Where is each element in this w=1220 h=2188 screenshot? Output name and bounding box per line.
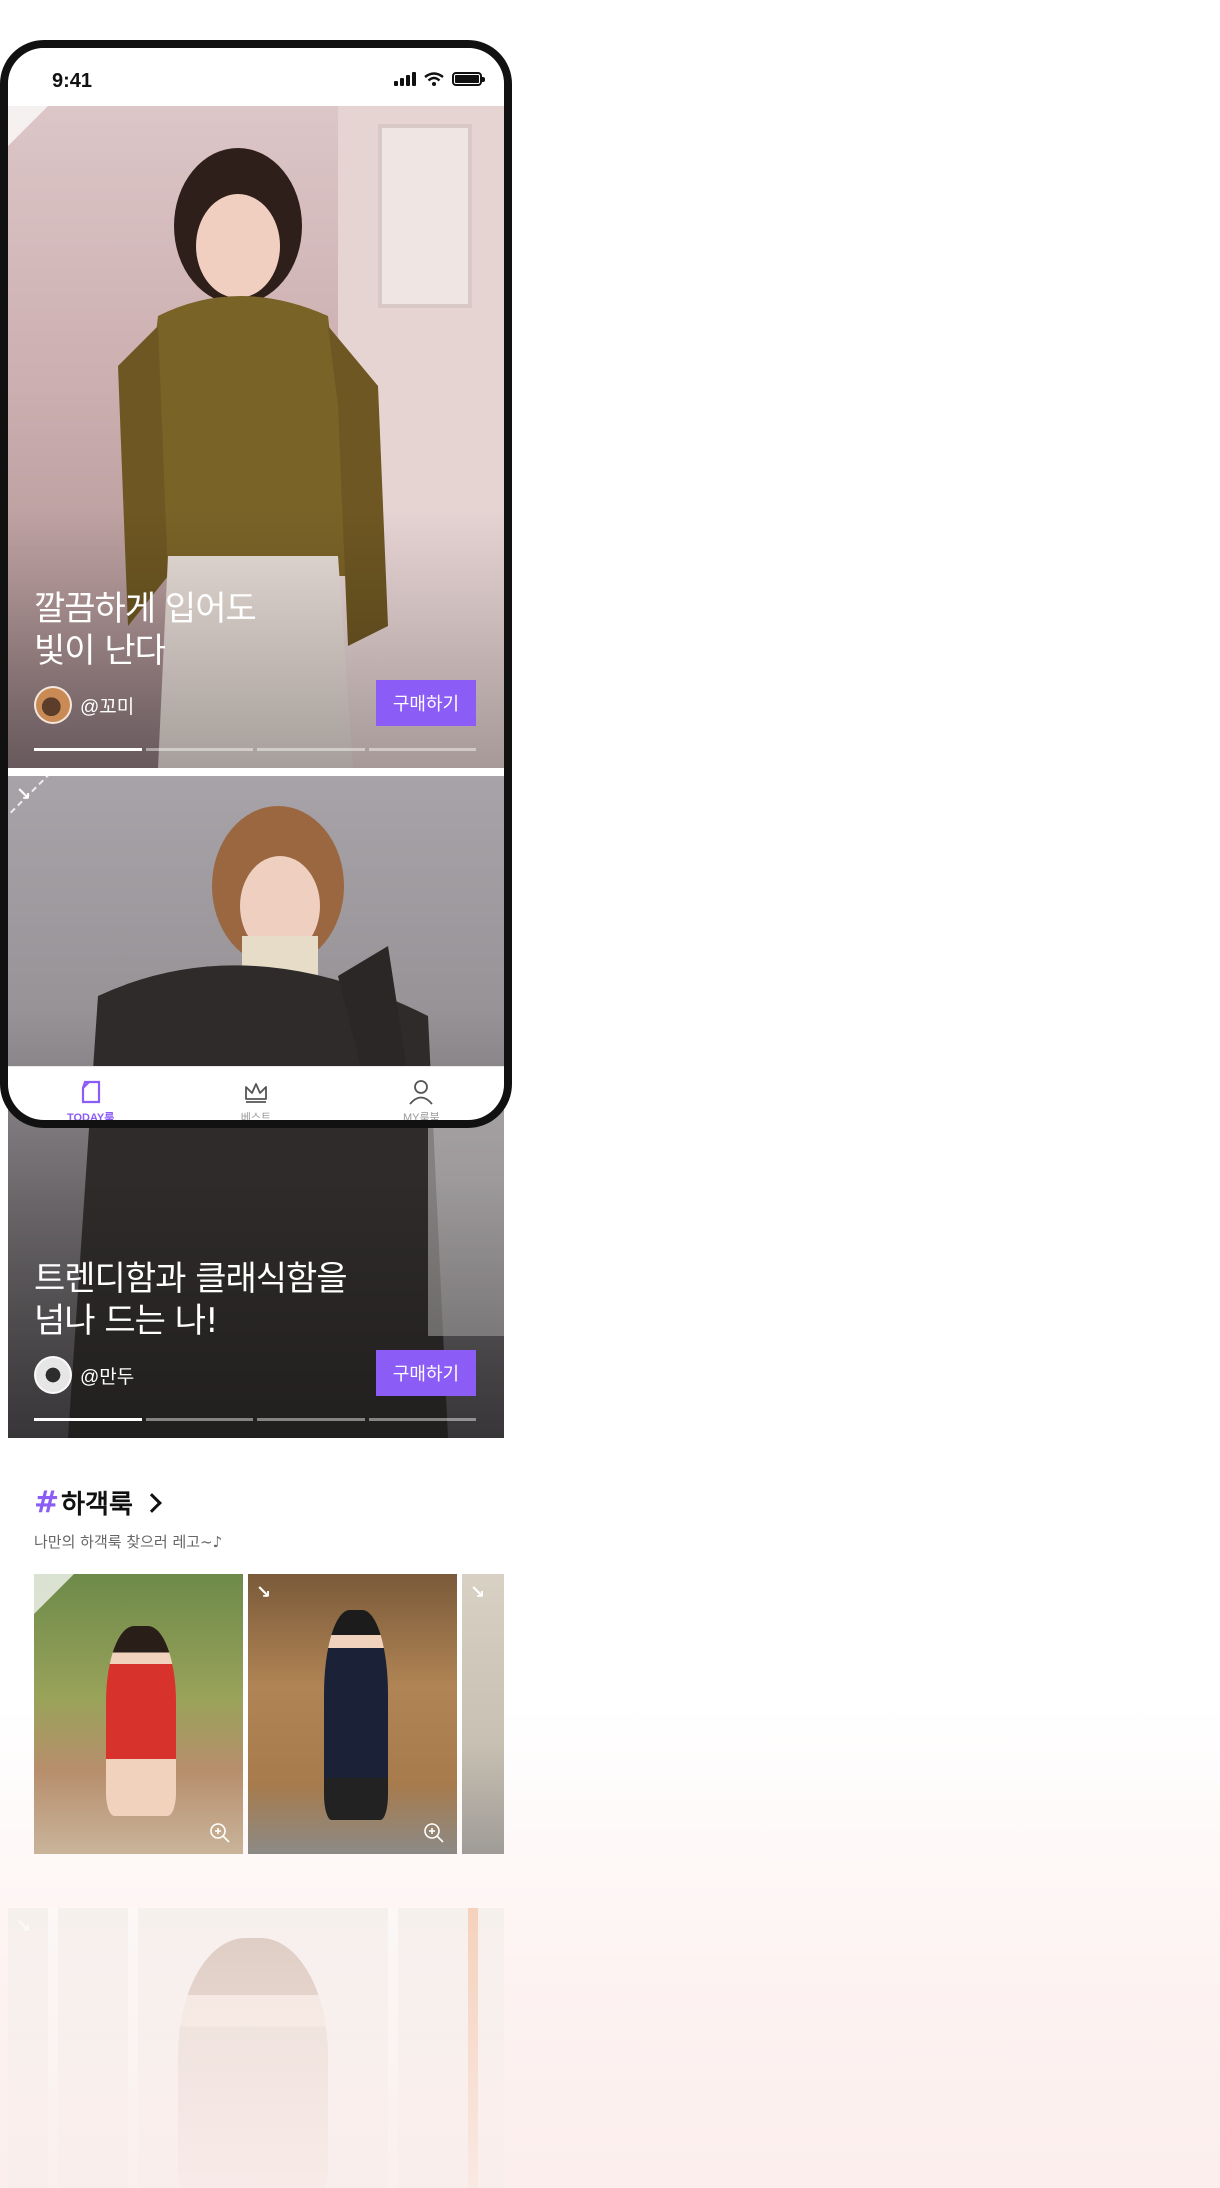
tab-label: MY룩북 <box>402 1112 440 1124</box>
slide-progress <box>34 1418 476 1422</box>
person-icon <box>409 1080 433 1105</box>
hashtag-title: 하객룩 <box>61 1490 133 1520</box>
hashtag-section: # 하객룩 나만의 하객룩 찾으러 레고~♪ <box>34 1484 222 1552</box>
look-headline: 트렌디함과 클래식함을 넘나 드는 나! <box>34 1259 348 1341</box>
progress-segment <box>34 1418 142 1421</box>
tab-today-look[interactable]: TODAY룩 <box>8 1067 173 1124</box>
status-time: 9:41 <box>52 70 93 92</box>
tab-best[interactable]: 베스트 <box>173 1067 338 1124</box>
status-icons <box>394 72 485 86</box>
progress-segment <box>368 1418 476 1421</box>
tab-label: TODAY룩 <box>66 1112 115 1124</box>
model-figure <box>324 1610 388 1820</box>
hashtag-subtitle: 나만의 하객룩 찾으러 레고~♪ <box>34 1533 223 1551</box>
tab-bar: TODAY룩 베스트 MY룩북 <box>8 1066 504 1124</box>
battery-icon <box>452 72 485 86</box>
fade-overlay <box>8 1908 504 2188</box>
thumbnail[interactable]: ↘ <box>462 1574 504 1854</box>
tab-label: 베스트 <box>240 1112 272 1124</box>
arrow-icon: ↘ <box>256 1582 272 1603</box>
arrow-icon: ↘ <box>470 1582 486 1603</box>
progress-segment <box>257 1418 365 1421</box>
hash-icon: # <box>34 1485 60 1520</box>
buy-button[interactable]: 구매하기 <box>376 1350 476 1396</box>
status-bar: 9:41 <box>8 48 504 106</box>
crown-icon <box>245 1083 267 1103</box>
zoom-in-icon[interactable] <box>423 1822 445 1844</box>
page-fold-icon <box>34 1574 74 1614</box>
avatar <box>34 1356 72 1394</box>
phone-frame: 9:41 TODAY룩 베스트 MY룩북 <box>0 40 512 1128</box>
hashtag-thumbnails: ↘ ↘ <box>34 1574 504 1854</box>
progress-segment <box>145 1418 253 1421</box>
tab-my-lookbook[interactable]: MY룩북 <box>339 1067 504 1124</box>
chevron-right-icon <box>142 1492 162 1513</box>
thumbnail[interactable] <box>34 1574 243 1854</box>
author-name: @만두 <box>80 1366 135 1388</box>
model-figure <box>106 1626 176 1816</box>
hashtag-title-link[interactable]: # 하객룩 <box>34 1484 222 1521</box>
signal-icon <box>394 72 416 86</box>
page-fold-icon <box>81 1080 100 1104</box>
author[interactable]: @만두 <box>34 1356 134 1394</box>
thumbnail[interactable]: ↘ <box>248 1574 457 1854</box>
look-card-3[interactable]: ↘ <box>8 1908 504 2188</box>
wifi-icon <box>424 72 444 86</box>
arrow-icon: ↘ <box>16 1916 32 1937</box>
zoom-in-icon[interactable] <box>209 1822 231 1844</box>
